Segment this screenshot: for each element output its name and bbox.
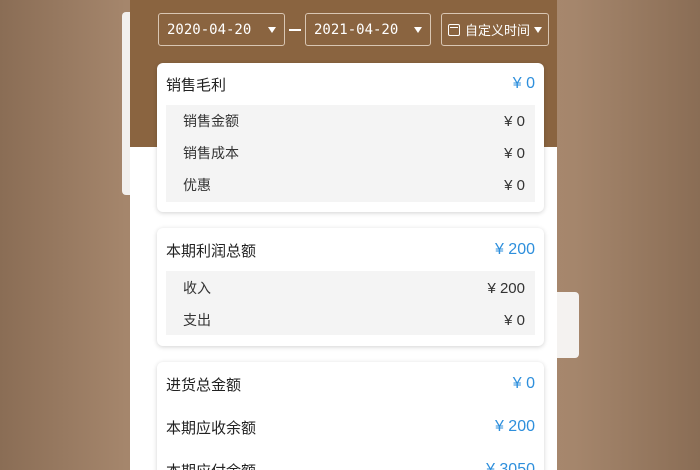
period-profit-value: ¥ 200 — [494, 241, 535, 258]
time-range-select[interactable]: 自定义时间 — [441, 13, 549, 46]
list-item: 优惠 ¥ 0 — [183, 175, 525, 195]
end-date-select[interactable]: 2021-04-20 — [305, 13, 431, 46]
list-item: 支出 ¥ 0 — [183, 310, 525, 330]
gross-profit-detail: 销售金额 ¥ 0 销售成本 ¥ 0 优惠 ¥ 0 — [166, 105, 535, 202]
gross-profit-card[interactable]: 销售毛利 ¥ 0 销售金额 ¥ 0 销售成本 ¥ 0 优惠 ¥ 0 — [157, 63, 544, 212]
income-label: 收入 — [183, 281, 211, 297]
start-date-value: 2020-04-20 — [167, 21, 252, 38]
payable-label: 本期应付余额 — [166, 460, 256, 470]
chevron-down-icon — [414, 27, 422, 33]
phone-frame-right-edge — [557, 292, 579, 358]
sales-cost-value: ¥ 0 — [504, 144, 525, 162]
totals-card[interactable]: 进货总金额 ¥ 0 本期应收余额 ¥ 200 本期应付余额 ¥ 3050 — [157, 362, 544, 470]
sales-cost-label: 销售成本 — [183, 146, 239, 162]
time-range-label: 自定义时间 — [465, 24, 531, 39]
purchase-total-label: 进货总金额 — [166, 375, 242, 394]
period-profit-card[interactable]: 本期利润总额 ¥ 200 收入 ¥ 200 支出 ¥ 0 — [157, 228, 544, 346]
phone-frame-left-edge — [122, 12, 130, 195]
gross-profit-label: 销售毛利 — [166, 75, 227, 94]
discount-value: ¥ 0 — [504, 176, 525, 194]
sales-amount-value: ¥ 0 — [504, 112, 525, 130]
period-profit-header: 本期利润总额 ¥ 200 — [166, 239, 535, 261]
end-date-value: 2021-04-20 — [314, 21, 399, 38]
period-profit-detail: 收入 ¥ 200 支出 ¥ 0 — [166, 271, 535, 335]
list-item: 收入 ¥ 200 — [183, 278, 525, 298]
purchase-total-row: 进货总金额 ¥ 0 — [166, 373, 535, 395]
expense-value: ¥ 0 — [504, 311, 525, 329]
receivable-row: 本期应收余额 ¥ 200 — [166, 416, 535, 438]
start-date-select[interactable]: 2020-04-20 — [158, 13, 285, 46]
income-value: ¥ 200 — [487, 279, 525, 297]
sales-amount-label: 销售金额 — [183, 114, 239, 130]
expense-label: 支出 — [183, 313, 211, 329]
gross-profit-header: 销售毛利 ¥ 0 — [166, 73, 535, 95]
period-profit-label: 本期利润总额 — [166, 241, 257, 260]
receivable-value: ¥ 200 — [494, 418, 535, 435]
chevron-down-icon — [534, 27, 542, 33]
list-item: 销售成本 ¥ 0 — [183, 143, 525, 163]
discount-label: 优惠 — [183, 178, 211, 194]
payable-row: 本期应付余额 ¥ 3050 — [166, 459, 535, 470]
report-screen: 2020-04-20 2021-04-20 自定义时间 销售毛利 ¥ 0 销售金… — [130, 0, 557, 470]
payable-value: ¥ 3050 — [486, 461, 535, 470]
calendar-icon — [448, 23, 460, 36]
purchase-total-value: ¥ 0 — [512, 375, 535, 392]
chevron-down-icon — [268, 27, 276, 33]
receivable-label: 本期应收余额 — [166, 418, 257, 437]
list-item: 销售金额 ¥ 0 — [183, 111, 525, 131]
gross-profit-value: ¥ 0 — [512, 75, 535, 92]
date-range-separator — [289, 29, 301, 31]
